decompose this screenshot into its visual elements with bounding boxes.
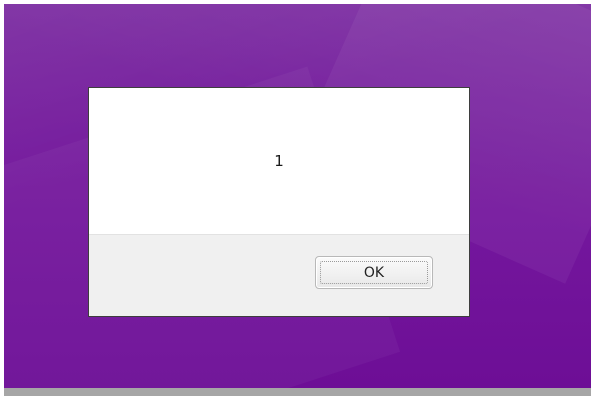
dialog-body: 1 bbox=[89, 88, 469, 234]
taskbar-edge bbox=[4, 388, 591, 396]
dialog-footer: OK bbox=[89, 234, 469, 316]
alert-dialog: 1 OK bbox=[88, 87, 470, 317]
dialog-message: 1 bbox=[274, 152, 284, 170]
ok-button[interactable]: OK bbox=[315, 256, 433, 289]
ok-button-label: OK bbox=[320, 261, 428, 284]
